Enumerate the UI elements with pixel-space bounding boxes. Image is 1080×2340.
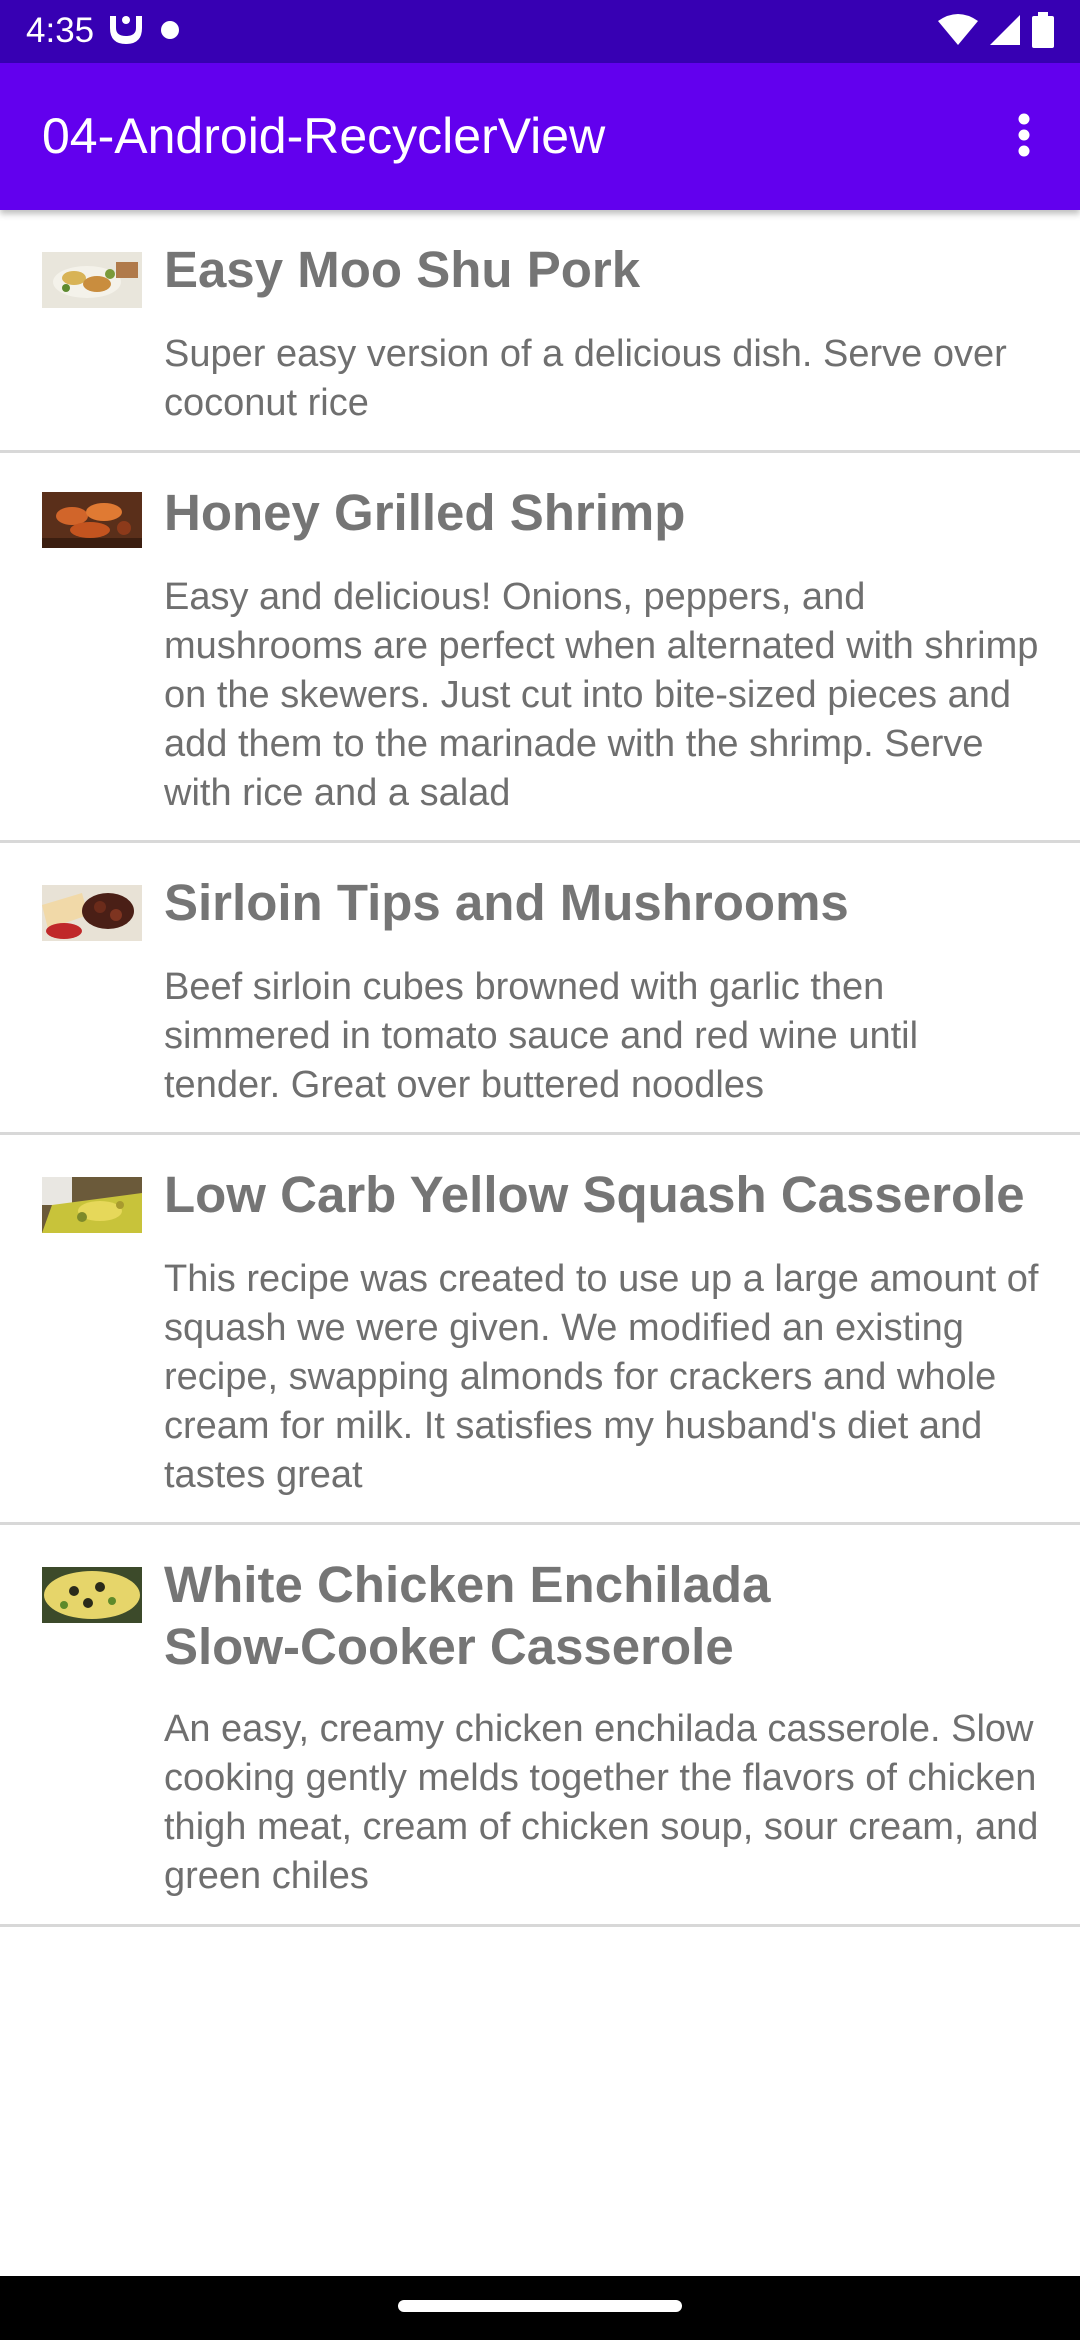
recipe-list-item[interactable]: Sirloin Tips and Mushrooms Beef sirloin … [0,843,1080,1135]
status-bar: 4:35 [0,0,1080,63]
recipe-list-item[interactable]: Honey Grilled Shrimp Easy and delicious!… [0,453,1080,843]
recipe-description: This recipe was created to use up a larg… [164,1258,1039,1496]
app-title: 04-Android-RecyclerView [42,108,606,164]
recipe-title: Honey Grilled Shrimp [164,484,686,541]
recipe-description: Beef sirloin cubes browned with garlic t… [164,966,919,1106]
overflow-menu-button[interactable] [986,99,1062,175]
battery-icon [1032,11,1054,53]
recipe-title: White Chicken Enchilada Slow-Cooker Cass… [164,1556,771,1675]
app-bar: 04-Android-RecyclerView [0,63,1080,210]
recipe-list-item[interactable]: Low Carb Yellow Squash Casserole This re… [0,1135,1080,1525]
recipe-thumbnail [42,1567,142,1623]
navigation-bar [0,2276,1080,2340]
status-left-icons [106,12,180,52]
recipe-list-item[interactable]: Easy Moo Shu Pork Super easy version of … [0,210,1080,453]
status-time: 4:35 [26,11,95,50]
home-gesture-handle[interactable] [398,2300,682,2312]
screen: 4:35 04-Android-RecyclerView Easy Moo Sh… [0,0,1080,2340]
wifi-icon [938,13,978,52]
notification-app-icon [106,12,146,53]
status-right-icons [938,11,1054,53]
recipe-title: Low Carb Yellow Squash Casserole [164,1166,1025,1223]
recipe-description: Easy and delicious! Onions, peppers, and… [164,576,1039,814]
recipe-thumbnail [42,252,142,308]
recipe-list-item[interactable]: White Chicken Enchilada Slow-Cooker Cass… [0,1525,1080,1927]
more-vert-icon [1016,113,1032,162]
recipe-thumbnail [42,1177,142,1233]
dot-icon [160,20,180,45]
recipe-thumbnail [42,885,142,941]
recipe-description: An easy, creamy chicken enchilada casser… [164,1708,1039,1897]
recipe-description: Super easy version of a delicious dish. … [164,333,1007,424]
recipe-title: Easy Moo Shu Pork [164,241,641,298]
recipe-thumbnail [42,492,142,548]
signal-icon [988,13,1022,52]
recipe-title: Sirloin Tips and Mushrooms [164,874,849,931]
